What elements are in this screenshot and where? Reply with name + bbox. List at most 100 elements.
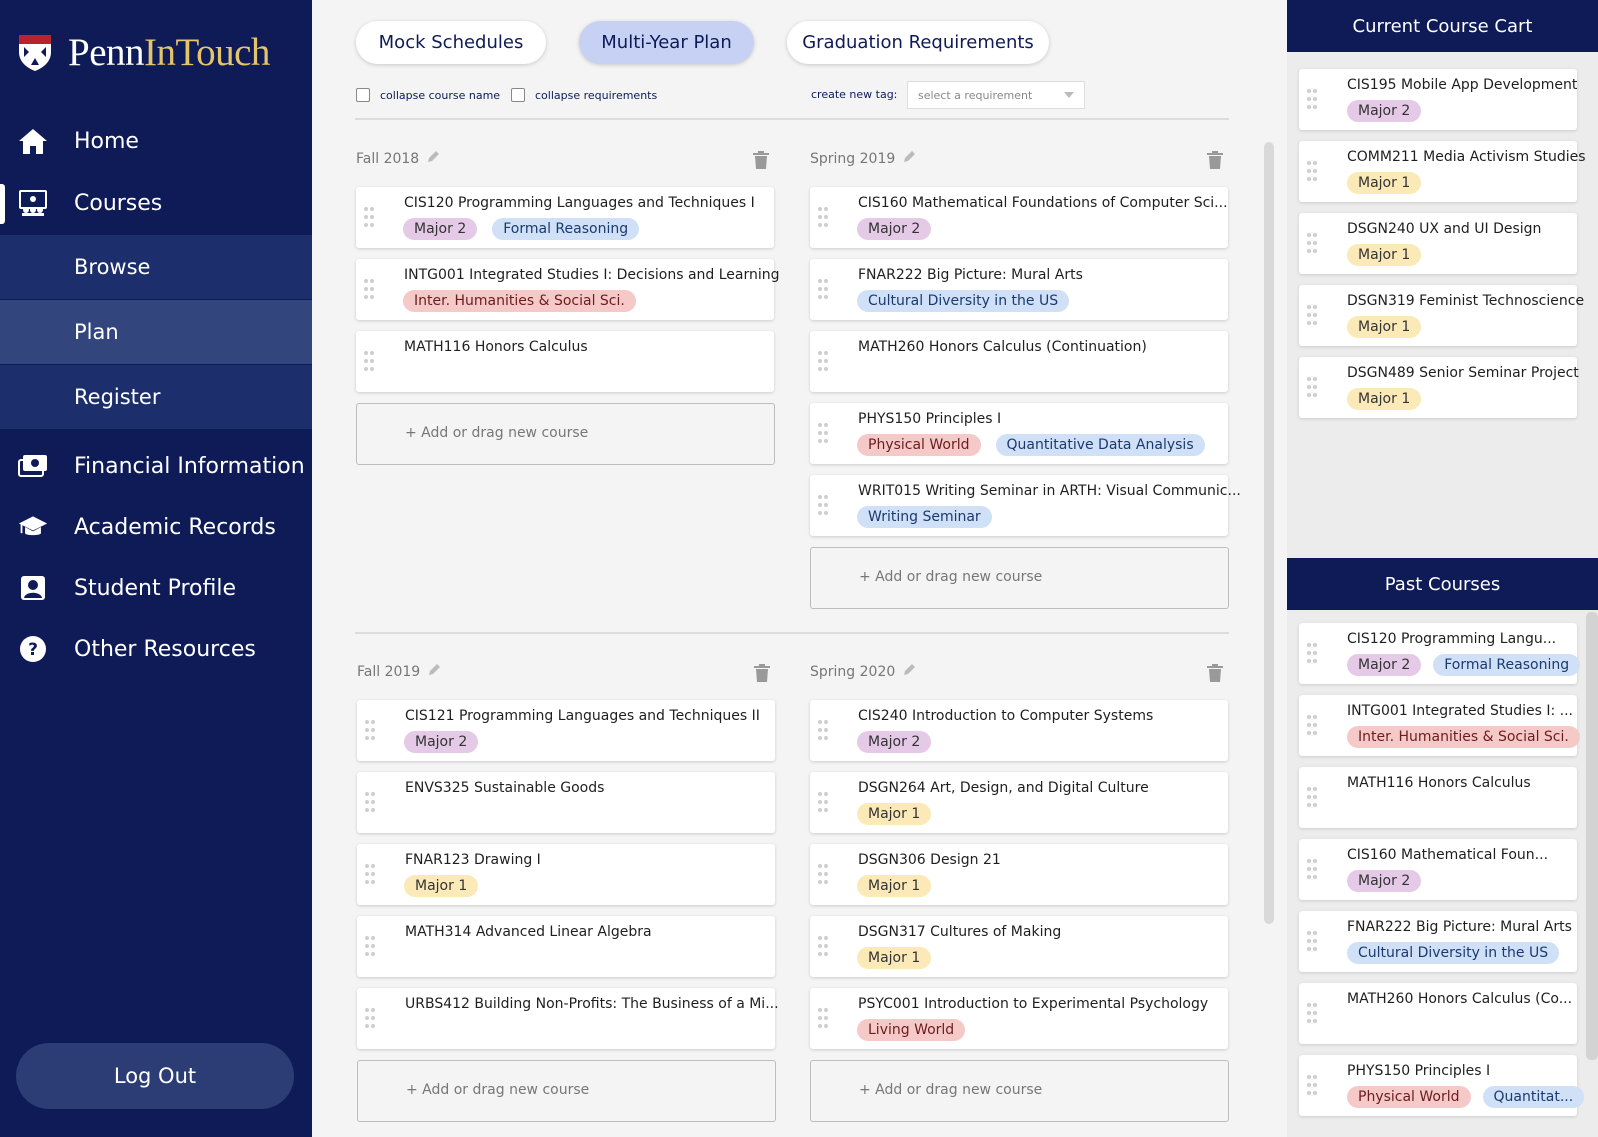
requirement-tag[interactable]: Major 2: [404, 731, 479, 753]
tab-multi-year-plan[interactable]: Multi-Year Plan: [579, 21, 754, 64]
drag-handle-icon[interactable]: [1307, 1074, 1319, 1097]
collapse-name-checkbox[interactable]: [356, 88, 370, 102]
drag-handle-icon[interactable]: [1307, 786, 1319, 809]
requirement-tag[interactable]: Inter. Humanities & Social Sci.: [1347, 726, 1580, 748]
requirement-tag[interactable]: Cultural Diversity in the US: [1347, 942, 1560, 964]
past-course-fnar222[interactable]: FNAR222 Big Picture: Mural Arts Cultural …: [1299, 911, 1577, 972]
course-card-writ015[interactable]: WRIT015 Writing Seminar in ARTH: Visual …: [810, 475, 1241, 536]
drag-handle-icon[interactable]: [818, 1007, 830, 1030]
course-card-dsgn306[interactable]: DSGN306 Design 21 Major 1: [810, 844, 1228, 905]
requirement-tag[interactable]: Living World: [857, 1019, 966, 1041]
past-course-cis120[interactable]: CIS120 Programming Langu... Major 2 Formal…: [1299, 623, 1581, 684]
requirement-tag[interactable]: Major 1: [857, 875, 932, 897]
penn-intouch-logo[interactable]: PennInTouch: [18, 30, 270, 75]
course-card-intg001[interactable]: INTG001 Integrated Studies I: Decisions …: [356, 259, 780, 320]
collapse-req-checkbox[interactable]: [511, 88, 525, 102]
drag-handle-icon[interactable]: [1307, 160, 1319, 183]
cart-course-comm211[interactable]: COMM211 Media Activism Studies Major 1: [1299, 141, 1586, 202]
course-card-fnar222[interactable]: FNAR222 Big Picture: Mural Arts Cultural …: [810, 259, 1228, 320]
course-card-cis160[interactable]: CIS160 Mathematical Foundations of Compu…: [810, 187, 1228, 248]
drag-handle-icon[interactable]: [364, 278, 376, 301]
tab-mock-schedules[interactable]: Mock Schedules: [356, 21, 546, 64]
drag-handle-icon[interactable]: [365, 1007, 377, 1030]
requirement-tag[interactable]: Major 1: [1347, 388, 1422, 410]
drag-handle-icon[interactable]: [1307, 858, 1319, 881]
past-course-cis160[interactable]: CIS160 Mathematical Foun... Major 2: [1299, 839, 1577, 900]
requirement-tag[interactable]: Physical World: [1347, 1086, 1471, 1108]
drag-handle-icon[interactable]: [818, 494, 830, 517]
past-course-math260[interactable]: MATH260 Honors Calculus (Co...: [1299, 983, 1577, 1044]
drag-handle-icon[interactable]: [818, 350, 830, 373]
requirement-tag[interactable]: Major 1: [1347, 244, 1422, 266]
drag-handle-icon[interactable]: [1307, 642, 1319, 665]
course-card-phys150[interactable]: PHYS150 Principles I Physical World Quanti…: [810, 403, 1228, 464]
nav-academic-records[interactable]: Academic Records: [0, 496, 312, 558]
drag-handle-icon[interactable]: [818, 935, 830, 958]
course-card-urbs412[interactable]: URBS412 Building Non-Profits: The Busine…: [357, 988, 779, 1049]
past-course-phys150[interactable]: PHYS150 Principles I Physical World Quanti…: [1299, 1055, 1585, 1116]
drag-handle-icon[interactable]: [818, 863, 830, 886]
requirement-tag[interactable]: Major 1: [857, 947, 932, 969]
drag-handle-icon[interactable]: [818, 206, 830, 229]
drag-handle-icon[interactable]: [364, 350, 376, 373]
cart-course-dsgn489[interactable]: DSGN489 Senior Seminar Project Major 1: [1299, 357, 1579, 418]
course-card-fnar123[interactable]: FNAR123 Drawing I Major 1: [357, 844, 775, 905]
requirement-tag[interactable]: Major 2: [857, 218, 932, 240]
course-card-dsgn264[interactable]: DSGN264 Art, Design, and Digital Culture…: [810, 772, 1228, 833]
drag-handle-icon[interactable]: [1307, 714, 1319, 737]
cart-course-dsgn319[interactable]: DSGN319 Feminist Technoscience Major 1: [1299, 285, 1584, 346]
requirement-tag[interactable]: Major 2: [857, 731, 932, 753]
drag-handle-icon[interactable]: [365, 863, 377, 886]
requirement-tag[interactable]: Major 2: [1347, 870, 1422, 892]
requirement-tag[interactable]: Major 2: [403, 218, 478, 240]
drag-handle-icon[interactable]: [1307, 376, 1319, 399]
requirement-tag[interactable]: Writing Seminar: [857, 506, 992, 528]
nav-home[interactable]: Home: [0, 110, 312, 172]
add-course-dropzone[interactable]: + Add or drag new course: [356, 403, 775, 465]
collapse-name-option[interactable]: collapse course name: [356, 88, 500, 102]
drag-handle-icon[interactable]: [1307, 232, 1319, 255]
trash-icon[interactable]: [1207, 151, 1223, 174]
add-course-dropzone[interactable]: + Add or drag new course: [810, 547, 1229, 609]
nav-register[interactable]: Register: [0, 365, 312, 429]
nav-browse[interactable]: Browse: [0, 235, 312, 299]
add-course-dropzone[interactable]: + Add or drag new course: [357, 1060, 776, 1122]
trash-icon[interactable]: [753, 151, 769, 174]
course-card-psyc001[interactable]: PSYC001 Introduction to Experimental Psy…: [810, 988, 1228, 1049]
requirement-tag[interactable]: Inter. Humanities & Social Sci.: [403, 290, 636, 312]
plan-scrollbar[interactable]: [1264, 142, 1274, 924]
course-card-math314[interactable]: MATH314 Advanced Linear Algebra: [357, 916, 775, 977]
past-course-math116[interactable]: MATH116 Honors Calculus: [1299, 767, 1577, 828]
requirement-select[interactable]: select a requirement: [907, 81, 1085, 109]
drag-handle-icon[interactable]: [365, 935, 377, 958]
edit-pencil-icon[interactable]: [427, 150, 440, 167]
drag-handle-icon[interactable]: [818, 278, 830, 301]
edit-pencil-icon[interactable]: [903, 150, 916, 167]
logout-button[interactable]: Log Out: [16, 1043, 294, 1109]
edit-pencil-icon[interactable]: [903, 663, 916, 680]
trash-icon[interactable]: [754, 664, 770, 687]
requirement-tag[interactable]: Formal Reasoning: [1433, 654, 1581, 676]
past-course-intg001[interactable]: INTG001 Integrated Studies I: ... Inter. …: [1299, 695, 1580, 756]
trash-icon[interactable]: [1207, 664, 1223, 687]
course-card-cis240[interactable]: CIS240 Introduction to Computer Systems M…: [810, 700, 1228, 761]
drag-handle-icon[interactable]: [1307, 304, 1319, 327]
nav-student-profile[interactable]: Student Profile: [0, 557, 312, 619]
requirement-tag[interactable]: Formal Reasoning: [492, 218, 640, 240]
nav-plan[interactable]: Plan: [0, 300, 312, 364]
drag-handle-icon[interactable]: [1307, 1002, 1319, 1025]
requirement-tag[interactable]: Major 2: [1347, 654, 1422, 676]
requirement-tag[interactable]: Quantitative Data Analysis: [995, 434, 1205, 456]
past-courses-scrollbar[interactable]: [1586, 612, 1598, 1060]
requirement-tag[interactable]: Major 2: [1347, 100, 1422, 122]
requirement-tag[interactable]: Major 1: [1347, 172, 1422, 194]
course-card-math260[interactable]: MATH260 Honors Calculus (Continuation): [810, 331, 1228, 392]
collapse-req-option[interactable]: collapse requirements: [511, 88, 657, 102]
cart-course-cis195[interactable]: CIS195 Mobile App Development Major 2: [1299, 69, 1577, 130]
course-card-cis120[interactable]: CIS120 Programming Languages and Techniq…: [356, 187, 774, 248]
course-card-envs325[interactable]: ENVS325 Sustainable Goods: [357, 772, 775, 833]
requirement-tag[interactable]: Major 1: [404, 875, 479, 897]
drag-handle-icon[interactable]: [1307, 88, 1319, 111]
course-card-math116[interactable]: MATH116 Honors Calculus: [356, 331, 774, 392]
course-card-cis121[interactable]: CIS121 Programming Languages and Techniq…: [357, 700, 775, 761]
